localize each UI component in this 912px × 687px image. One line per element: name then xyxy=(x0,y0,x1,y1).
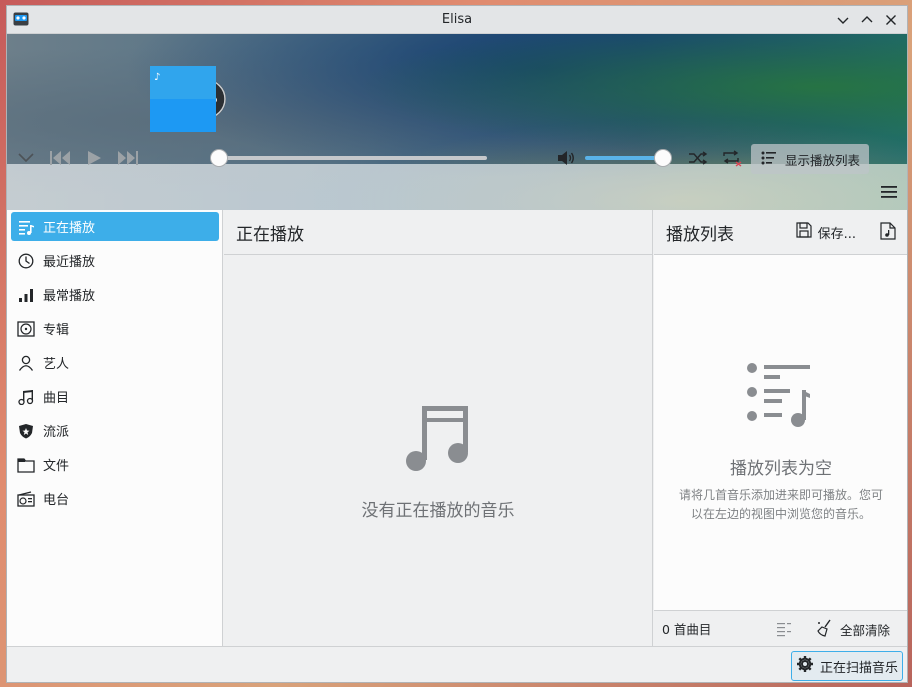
music-note-icon xyxy=(404,400,474,476)
now-playing-pane: 正在播放 没有正在播放的音乐 xyxy=(224,210,653,646)
play-icon[interactable] xyxy=(81,146,107,170)
hamburger-menu-icon[interactable] xyxy=(876,180,902,204)
status-bar: 正在扫描音乐 xyxy=(7,646,907,682)
skip-forward-icon[interactable] xyxy=(115,146,141,170)
clear-playlist-button[interactable]: 全部清除 xyxy=(816,619,890,640)
sidebar-item-now-playing[interactable]: 正在播放 xyxy=(11,212,219,241)
album-icon xyxy=(17,320,35,338)
sidebar-item-label: 正在播放 xyxy=(43,221,96,236)
show-playlist-label: 显示播放列表 xyxy=(785,152,861,168)
genre-icon xyxy=(17,422,35,440)
empty-now-playing-message: 没有正在播放的音乐 xyxy=(361,501,515,521)
chevron-down-icon[interactable] xyxy=(13,146,39,170)
playlist-footer: 0 首曲目 全部清除 xyxy=(654,610,907,646)
music-note-icon xyxy=(17,388,35,406)
empty-playlist-description: 请将几首音乐添加进来即可播放。您可以在左边的视图中浏览您的音乐。 xyxy=(678,488,883,521)
playlist-pane: 播放列表 保存... 播放列表为空 请将几首音乐添加进来即可播放。您可以在左边的… xyxy=(654,210,907,646)
app-icon[interactable] xyxy=(13,12,29,26)
playlist-title: 播放列表 xyxy=(666,224,734,245)
window-title: Elisa xyxy=(441,12,473,27)
now-playing-icon xyxy=(17,218,35,236)
volume-icon[interactable] xyxy=(553,146,579,170)
empty-playlist-title: 播放列表为空 xyxy=(730,459,832,479)
broom-icon xyxy=(816,619,834,640)
save-playlist-button[interactable]: 保存... xyxy=(795,222,856,242)
track-count: 0 首曲目 xyxy=(662,622,712,637)
folder-icon xyxy=(17,456,35,474)
artist-icon xyxy=(17,354,35,372)
scan-music-label: 正在扫描音乐 xyxy=(819,660,898,676)
sidebar-item-label: 电台 xyxy=(43,493,70,508)
sidebar-item-artists[interactable]: 艺人 xyxy=(11,348,219,377)
now-playing-title: 正在播放 xyxy=(224,210,652,255)
maximize-icon[interactable] xyxy=(857,10,877,30)
now-playing-header: ♪ xyxy=(7,34,907,210)
close-icon[interactable] xyxy=(881,10,901,30)
sidebar-item-tracks[interactable]: 曲目 xyxy=(11,382,219,411)
skip-back-icon[interactable] xyxy=(47,146,73,170)
sidebar-item-label: 流派 xyxy=(43,425,70,440)
show-playlist-button[interactable]: 显示播放列表 xyxy=(751,144,869,174)
sidebar-item-label: 曲目 xyxy=(43,391,70,406)
scan-music-button[interactable]: 正在扫描音乐 xyxy=(791,651,903,681)
window-controls xyxy=(833,10,901,30)
sidebar-item-label: 专辑 xyxy=(43,323,70,338)
music-disc-icon: ♪ xyxy=(148,64,228,134)
empty-playlist-icon xyxy=(746,360,816,434)
radio-icon xyxy=(17,490,35,508)
minimize-icon[interactable] xyxy=(833,10,853,30)
sidebar-item-label: 最近播放 xyxy=(43,255,96,270)
sidebar-item-files[interactable]: 文件 xyxy=(11,450,219,479)
repeat-icon[interactable] xyxy=(719,146,745,170)
gear-icon xyxy=(796,655,814,677)
sidebar: 正在播放 最近播放 最常播放 专辑 艺人 曲目 流派 文件 电台 xyxy=(7,210,223,646)
playlist-options-icon[interactable] xyxy=(776,621,792,640)
sidebar-item-genres[interactable]: 流派 xyxy=(11,416,219,445)
elisa-window: Elisa ♪ 显示播放列表 正在播放 最近播放 最常播放 专辑 艺人 曲目 流… xyxy=(6,5,908,683)
playlist-icon xyxy=(761,151,777,168)
sidebar-item-label: 文件 xyxy=(43,459,70,474)
recent-icon xyxy=(17,252,35,270)
bar-chart-icon xyxy=(17,286,35,304)
title-bar: Elisa xyxy=(7,6,907,34)
sidebar-item-label: 艺人 xyxy=(43,357,70,372)
sidebar-item-albums[interactable]: 专辑 xyxy=(11,314,219,343)
clear-playlist-label: 全部清除 xyxy=(840,623,891,638)
save-icon xyxy=(795,222,812,242)
seek-handle[interactable] xyxy=(210,149,228,167)
sidebar-item-radio[interactable]: 电台 xyxy=(11,484,219,513)
svg-text:♪: ♪ xyxy=(154,72,160,83)
sidebar-item-most-played[interactable]: 最常播放 xyxy=(11,280,219,309)
volume-handle[interactable] xyxy=(654,149,672,167)
save-playlist-label: 保存... xyxy=(817,226,856,242)
sidebar-item-label: 最常播放 xyxy=(43,289,96,304)
playlist-header: 播放列表 xyxy=(654,210,907,255)
load-playlist-icon[interactable] xyxy=(880,222,896,244)
shuffle-icon[interactable] xyxy=(685,146,711,170)
sidebar-item-recent[interactable]: 最近播放 xyxy=(11,246,219,275)
